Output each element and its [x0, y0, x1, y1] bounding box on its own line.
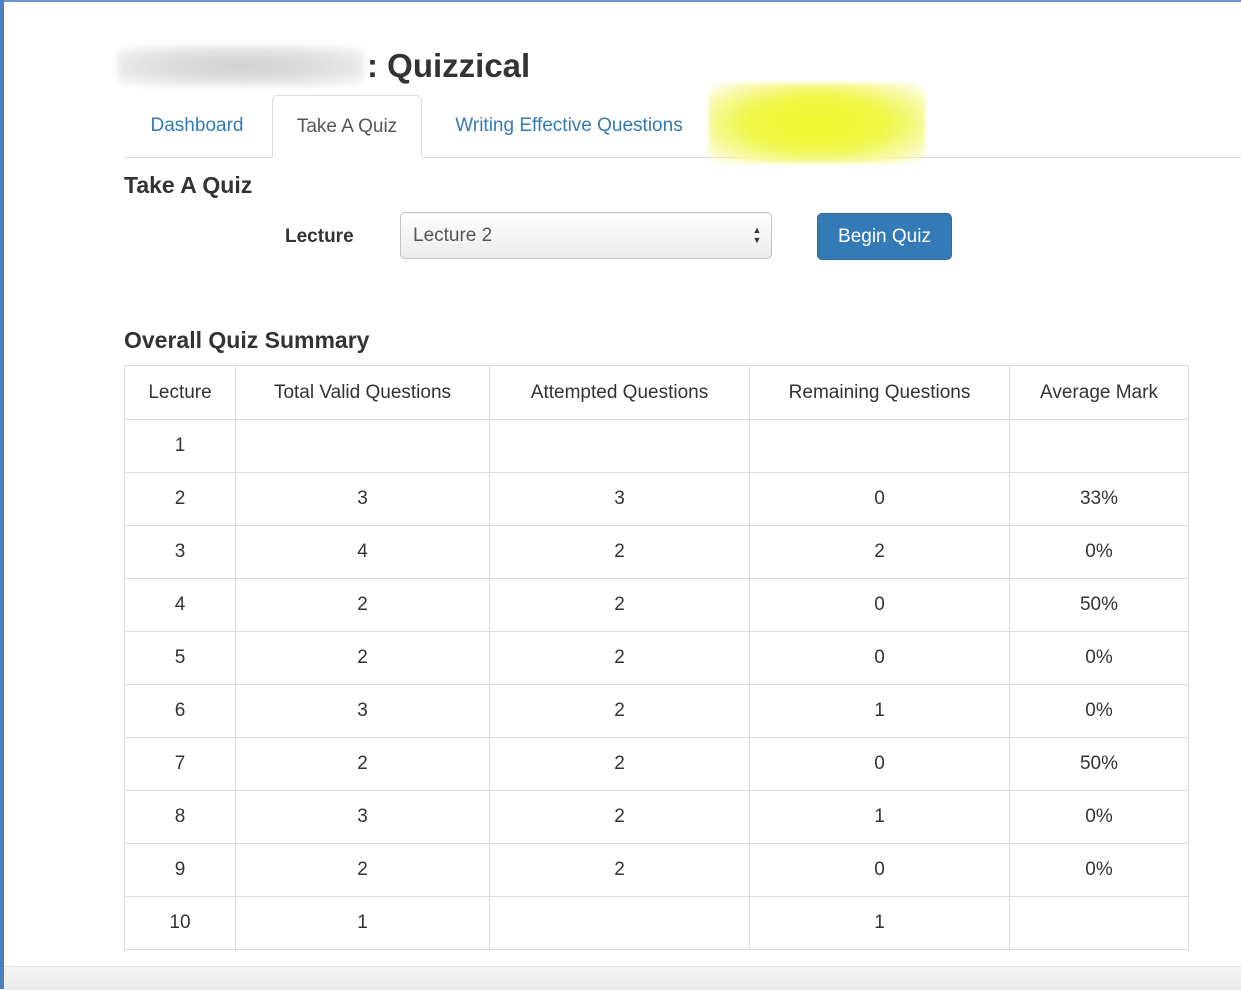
table-cell: 3	[235, 684, 490, 738]
table-cell: 1	[235, 896, 490, 950]
tab-writing-effective-questions[interactable]: Writing Effective Questions	[422, 95, 716, 156]
table-cell: 0	[749, 631, 1010, 685]
table-cell: 1	[749, 896, 1010, 950]
table-cell: 8	[124, 790, 236, 844]
updown-arrows-icon: ▲ ▼	[752, 225, 762, 245]
table-cell: 3	[235, 790, 490, 844]
tab-dashboard[interactable]: Dashboard	[124, 95, 270, 156]
table-cell: 1	[749, 684, 1010, 738]
table-row: 8 3 2 1 0%	[124, 790, 1189, 844]
window-left-border	[0, 0, 4, 989]
table-cell: 2	[489, 737, 750, 791]
table-cell: 5	[124, 631, 236, 685]
redacted-course-name	[118, 46, 363, 86]
page-title-text: : Quizzical	[367, 47, 531, 84]
lecture-select[interactable]: Lecture 2 ▲ ▼	[400, 212, 772, 259]
column-header: Total Valid Questions	[235, 365, 490, 420]
table-cell: 1	[124, 419, 236, 473]
tab-bar: Dashboard Take A Quiz Writing Effective …	[124, 83, 1241, 163]
table-row: 7 2 2 0 50%	[124, 737, 1189, 791]
table-cell: 2	[235, 631, 490, 685]
table-cell	[1009, 896, 1189, 950]
table-cell: 0%	[1009, 525, 1189, 579]
redacted-highlighted-tab[interactable]	[709, 83, 925, 163]
table-row: 10 1 1	[124, 896, 1189, 950]
table-cell: 3	[489, 472, 750, 526]
table-cell: 0%	[1009, 684, 1189, 738]
table-cell: 2	[489, 684, 750, 738]
table-cell: 4	[124, 578, 236, 632]
column-header: Average Mark	[1009, 365, 1189, 420]
table-cell: 50%	[1009, 737, 1189, 791]
table-cell: 6	[124, 684, 236, 738]
table-cell: 2	[235, 737, 490, 791]
table-cell	[1009, 419, 1189, 473]
table-cell: 7	[124, 737, 236, 791]
table-cell: 10	[124, 896, 236, 950]
table-cell	[749, 419, 1010, 473]
table-cell: 9	[124, 843, 236, 897]
column-header: Remaining Questions	[749, 365, 1010, 420]
lecture-select-value: Lecture 2	[413, 225, 493, 246]
quiz-summary-table: Lecture Total Valid Questions Attempted …	[124, 365, 1189, 950]
table-cell: 3	[124, 525, 236, 579]
summary-heading: Overall Quiz Summary	[124, 327, 370, 353]
window-bottom-edge	[4, 966, 1241, 990]
table-cell: 4	[235, 525, 490, 579]
table-cell: 2	[489, 843, 750, 897]
table-cell: 0	[749, 843, 1010, 897]
table-cell: 0	[749, 578, 1010, 632]
table-row: 5 2 2 0 0%	[124, 631, 1189, 685]
table-cell	[235, 419, 490, 473]
table-cell: 50%	[1009, 578, 1189, 632]
table-cell: 0%	[1009, 843, 1189, 897]
table-cell: 2	[489, 790, 750, 844]
table-row: 3 4 2 2 0%	[124, 525, 1189, 579]
table-cell: 3	[235, 472, 490, 526]
lecture-label: Lecture	[285, 226, 354, 247]
window-top-border	[0, 0, 1241, 2]
table-row: 9 2 2 0 0%	[124, 843, 1189, 897]
table-row: 2 3 3 0 33%	[124, 472, 1189, 526]
table-cell: 2	[235, 578, 490, 632]
take-quiz-heading: Take A Quiz	[124, 172, 253, 198]
table-cell: 0%	[1009, 631, 1189, 685]
table-row: 1	[124, 419, 1189, 473]
table-cell: 2	[235, 843, 490, 897]
table-cell: 1	[749, 790, 1010, 844]
column-header: Attempted Questions	[489, 365, 750, 420]
tab-take-a-quiz[interactable]: Take A Quiz	[272, 95, 422, 158]
table-row: 6 3 2 1 0%	[124, 684, 1189, 738]
table-row: 4 2 2 0 50%	[124, 578, 1189, 632]
table-cell	[489, 419, 750, 473]
table-cell: 2	[124, 472, 236, 526]
table-cell: 0	[749, 472, 1010, 526]
table-header-row: Lecture Total Valid Questions Attempted …	[124, 365, 1189, 420]
table-cell: 2	[489, 631, 750, 685]
table-cell	[489, 896, 750, 950]
table-cell: 2	[749, 525, 1010, 579]
table-cell: 0	[749, 737, 1010, 791]
table-cell: 2	[489, 525, 750, 579]
begin-quiz-button[interactable]: Begin Quiz	[817, 213, 952, 260]
column-header: Lecture	[124, 365, 236, 420]
table-cell: 2	[489, 578, 750, 632]
table-cell: 0%	[1009, 790, 1189, 844]
page-title: : Quizzical	[118, 42, 530, 90]
table-cell: 33%	[1009, 472, 1189, 526]
